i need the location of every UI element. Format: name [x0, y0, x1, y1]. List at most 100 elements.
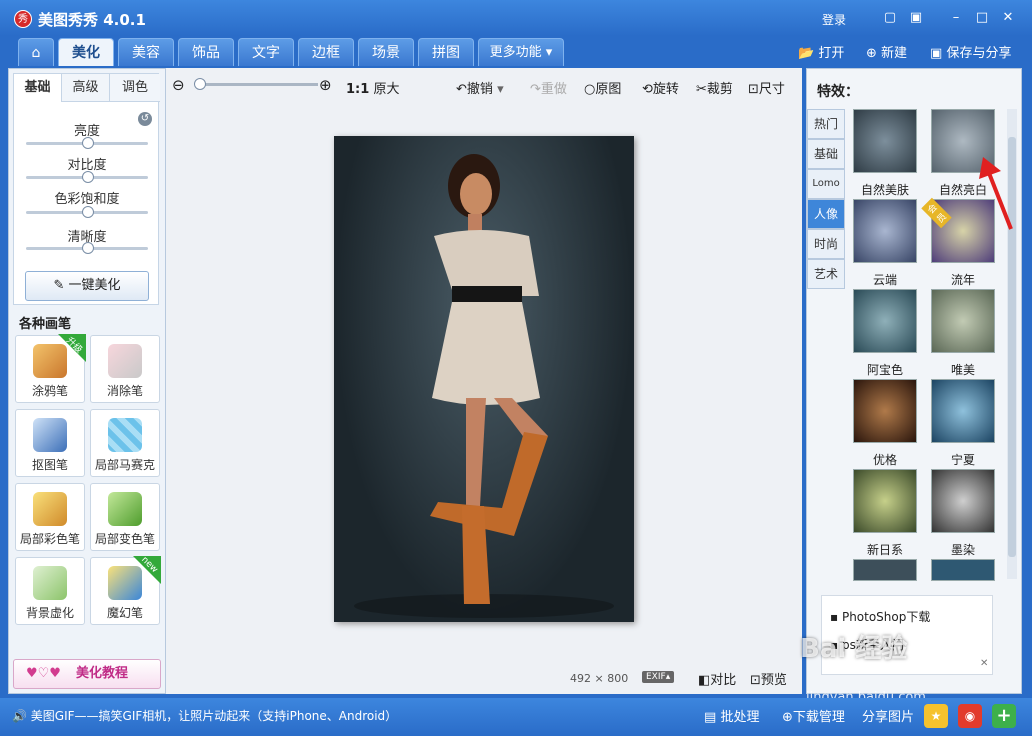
compare-icon: ◧	[698, 673, 711, 688]
pen-icon	[33, 418, 67, 452]
redo-button[interactable]: ↷重做	[530, 78, 567, 97]
save-icon: ▣	[930, 46, 943, 61]
brush-graffiti-label: 涂鸦笔	[31, 384, 68, 398]
preview-label: 预览	[760, 673, 787, 688]
batch-button[interactable]: ▤ 批处理	[704, 706, 759, 725]
category-portrait[interactable]: 人像	[807, 199, 845, 229]
maximize-icon[interactable]: □	[974, 10, 990, 26]
tab-beautify[interactable]: 美化	[58, 38, 114, 66]
category-basic[interactable]: 基础	[807, 139, 845, 169]
one-key-beautify-button[interactable]: ✎ 一键美化	[25, 271, 149, 301]
effect-label: 唯美	[950, 363, 975, 377]
slider-thumb-sharpness[interactable]	[82, 242, 94, 254]
preview-button[interactable]: ⊡预览	[750, 669, 787, 688]
status-bar: 🔊 美图GIF——搞笑GIF相机，让照片动起来（支持iPhone、Android…	[0, 698, 1032, 736]
tab-scene[interactable]: 场景	[358, 38, 414, 66]
tab-more[interactable]: 更多功能 ▾	[478, 38, 564, 66]
edited-photo	[334, 136, 634, 622]
hand-icon: ♥♡♥	[26, 666, 61, 681]
original-size-button[interactable]: 1:1 原大	[346, 78, 399, 97]
brush-graffiti[interactable]: 涂鸦笔 升级	[15, 334, 86, 403]
marquee[interactable]: 🔊 美图GIF——搞笑GIF相机，让照片动起来（支持iPhone、Android…	[12, 707, 397, 724]
app-logo-icon: 秀	[14, 10, 32, 28]
new-button[interactable]: ⊕ 新建	[866, 42, 907, 61]
slider-thumb-saturation[interactable]	[82, 206, 94, 218]
times-sign: ×	[594, 672, 604, 685]
original-button[interactable]: ○原图	[584, 78, 621, 97]
brush-color-label: 局部彩色笔	[19, 532, 80, 546]
brush-magic[interactable]: 魔幻笔 new	[90, 555, 161, 625]
adjust-box: 基础 高级 调色 ↺ 亮度 对比度 色彩饱和度 清晰度 ✎ 一键美化	[13, 73, 160, 305]
undo-dropdown-icon[interactable]: ▾	[497, 82, 504, 97]
eraser-icon	[108, 344, 142, 378]
zoom-in-icon[interactable]: ⊕	[319, 76, 332, 94]
tab-frame[interactable]: 边框	[298, 38, 354, 66]
download-manager-button[interactable]: ⊕下载管理	[782, 706, 845, 725]
brush-recolor[interactable]: 局部变色笔	[90, 483, 160, 551]
chat-icon[interactable]: ▢	[882, 10, 898, 26]
rotate-label: 旋转	[652, 82, 679, 97]
brush-cutout-label: 抠图笔	[31, 458, 68, 472]
ad-close-icon[interactable]: ✕	[980, 658, 988, 669]
rotate-button[interactable]: ⟲旋转	[642, 78, 679, 97]
share-label: 分享图片	[862, 710, 915, 725]
effect-label: 自然美肤	[860, 183, 909, 197]
zoom-out-icon[interactable]: ⊖	[172, 76, 185, 94]
open-button[interactable]: 📂 打开	[798, 42, 844, 61]
zoom-slider-thumb[interactable]	[194, 78, 206, 90]
add-icon[interactable]: +	[992, 704, 1016, 728]
brush-cutout[interactable]: 抠图笔	[15, 409, 85, 477]
recolor-icon	[108, 492, 142, 526]
brush-bg-blur[interactable]: 背景虚化	[15, 557, 85, 625]
tab-beauty[interactable]: 美容	[118, 38, 174, 66]
wand-icon: ✎	[53, 278, 65, 293]
weibo-icon[interactable]: ◉	[958, 704, 982, 728]
tab-accessories[interactable]: 饰品	[178, 38, 234, 66]
category-fashion[interactable]: 时尚	[807, 229, 845, 259]
category-art[interactable]: 艺术	[807, 259, 845, 289]
subtab-advanced[interactable]: 高级	[62, 74, 110, 102]
image-dimensions: 492 × 800	[570, 672, 628, 685]
tab-collage[interactable]: 拼图	[418, 38, 474, 66]
open-label: 打开	[818, 46, 845, 61]
slider-label-saturation: 色彩饱和度	[54, 192, 120, 207]
slider-thumb-brightness[interactable]	[82, 137, 94, 149]
ratio-label: 1:1	[346, 82, 370, 97]
subtab-color[interactable]: 调色	[110, 74, 160, 102]
brush-mosaic-label: 局部马赛克	[94, 458, 155, 472]
share-image-button[interactable]: 分享图片	[862, 706, 914, 725]
slider-thumb-contrast[interactable]	[82, 171, 94, 183]
zoom-slider[interactable]	[200, 83, 318, 86]
category-lomo[interactable]: Lomo	[807, 169, 845, 199]
compare-button[interactable]: ◧对比	[698, 669, 736, 688]
tutorial-button[interactable]: ♥♡♥ 美化教程	[13, 659, 161, 689]
effect-label: 云端	[872, 273, 897, 287]
app-title: 美图秀秀 4.0.1	[38, 11, 146, 29]
exif-button[interactable]: EXIF▴	[642, 671, 675, 683]
login-link[interactable]: 登录	[822, 11, 846, 28]
main-tab-bar: ⌂ 美化 美容 饰品 文字 边框 场景 拼图 更多功能 ▾ 📂 打开 ⊕ 新建 …	[0, 36, 1032, 68]
ad-link-photoshop[interactable]: ▪ PhotoShop下载	[830, 608, 930, 625]
batch-icon: ▤	[704, 710, 717, 725]
tab-text[interactable]: 文字	[238, 38, 294, 66]
minimize-icon[interactable]: –	[948, 10, 964, 26]
feedback-icon[interactable]: ▣	[908, 10, 924, 26]
undo-button[interactable]: ↶撤销 ▾	[456, 78, 504, 97]
subtab-basic[interactable]: 基础	[14, 74, 62, 102]
plus-circle-icon: ⊕	[866, 46, 877, 61]
save-share-button[interactable]: ▣ 保存与分享	[930, 42, 1011, 61]
home-tab[interactable]: ⌂	[18, 38, 54, 66]
title-bar: 秀 美图秀秀 4.0.1 登录 ▢ ▣ – □ ✕	[0, 0, 1032, 36]
resize-button[interactable]: ⊡尺寸	[748, 78, 785, 97]
original-size-label: 原大	[373, 82, 400, 97]
star-icon[interactable]: ★	[924, 704, 948, 728]
brush-eraser-label: 消除笔	[106, 384, 143, 398]
brush-mosaic[interactable]: 局部马赛克	[90, 409, 160, 477]
brush-eraser[interactable]: 消除笔	[90, 335, 160, 403]
category-hot[interactable]: 热门	[807, 109, 845, 139]
brush-color[interactable]: 局部彩色笔	[15, 483, 85, 551]
effect-thumbnail-partial	[853, 559, 917, 581]
close-icon[interactable]: ✕	[1000, 10, 1016, 26]
crop-button[interactable]: ✂裁剪	[696, 78, 733, 97]
exif-label: EXIF	[646, 672, 666, 682]
